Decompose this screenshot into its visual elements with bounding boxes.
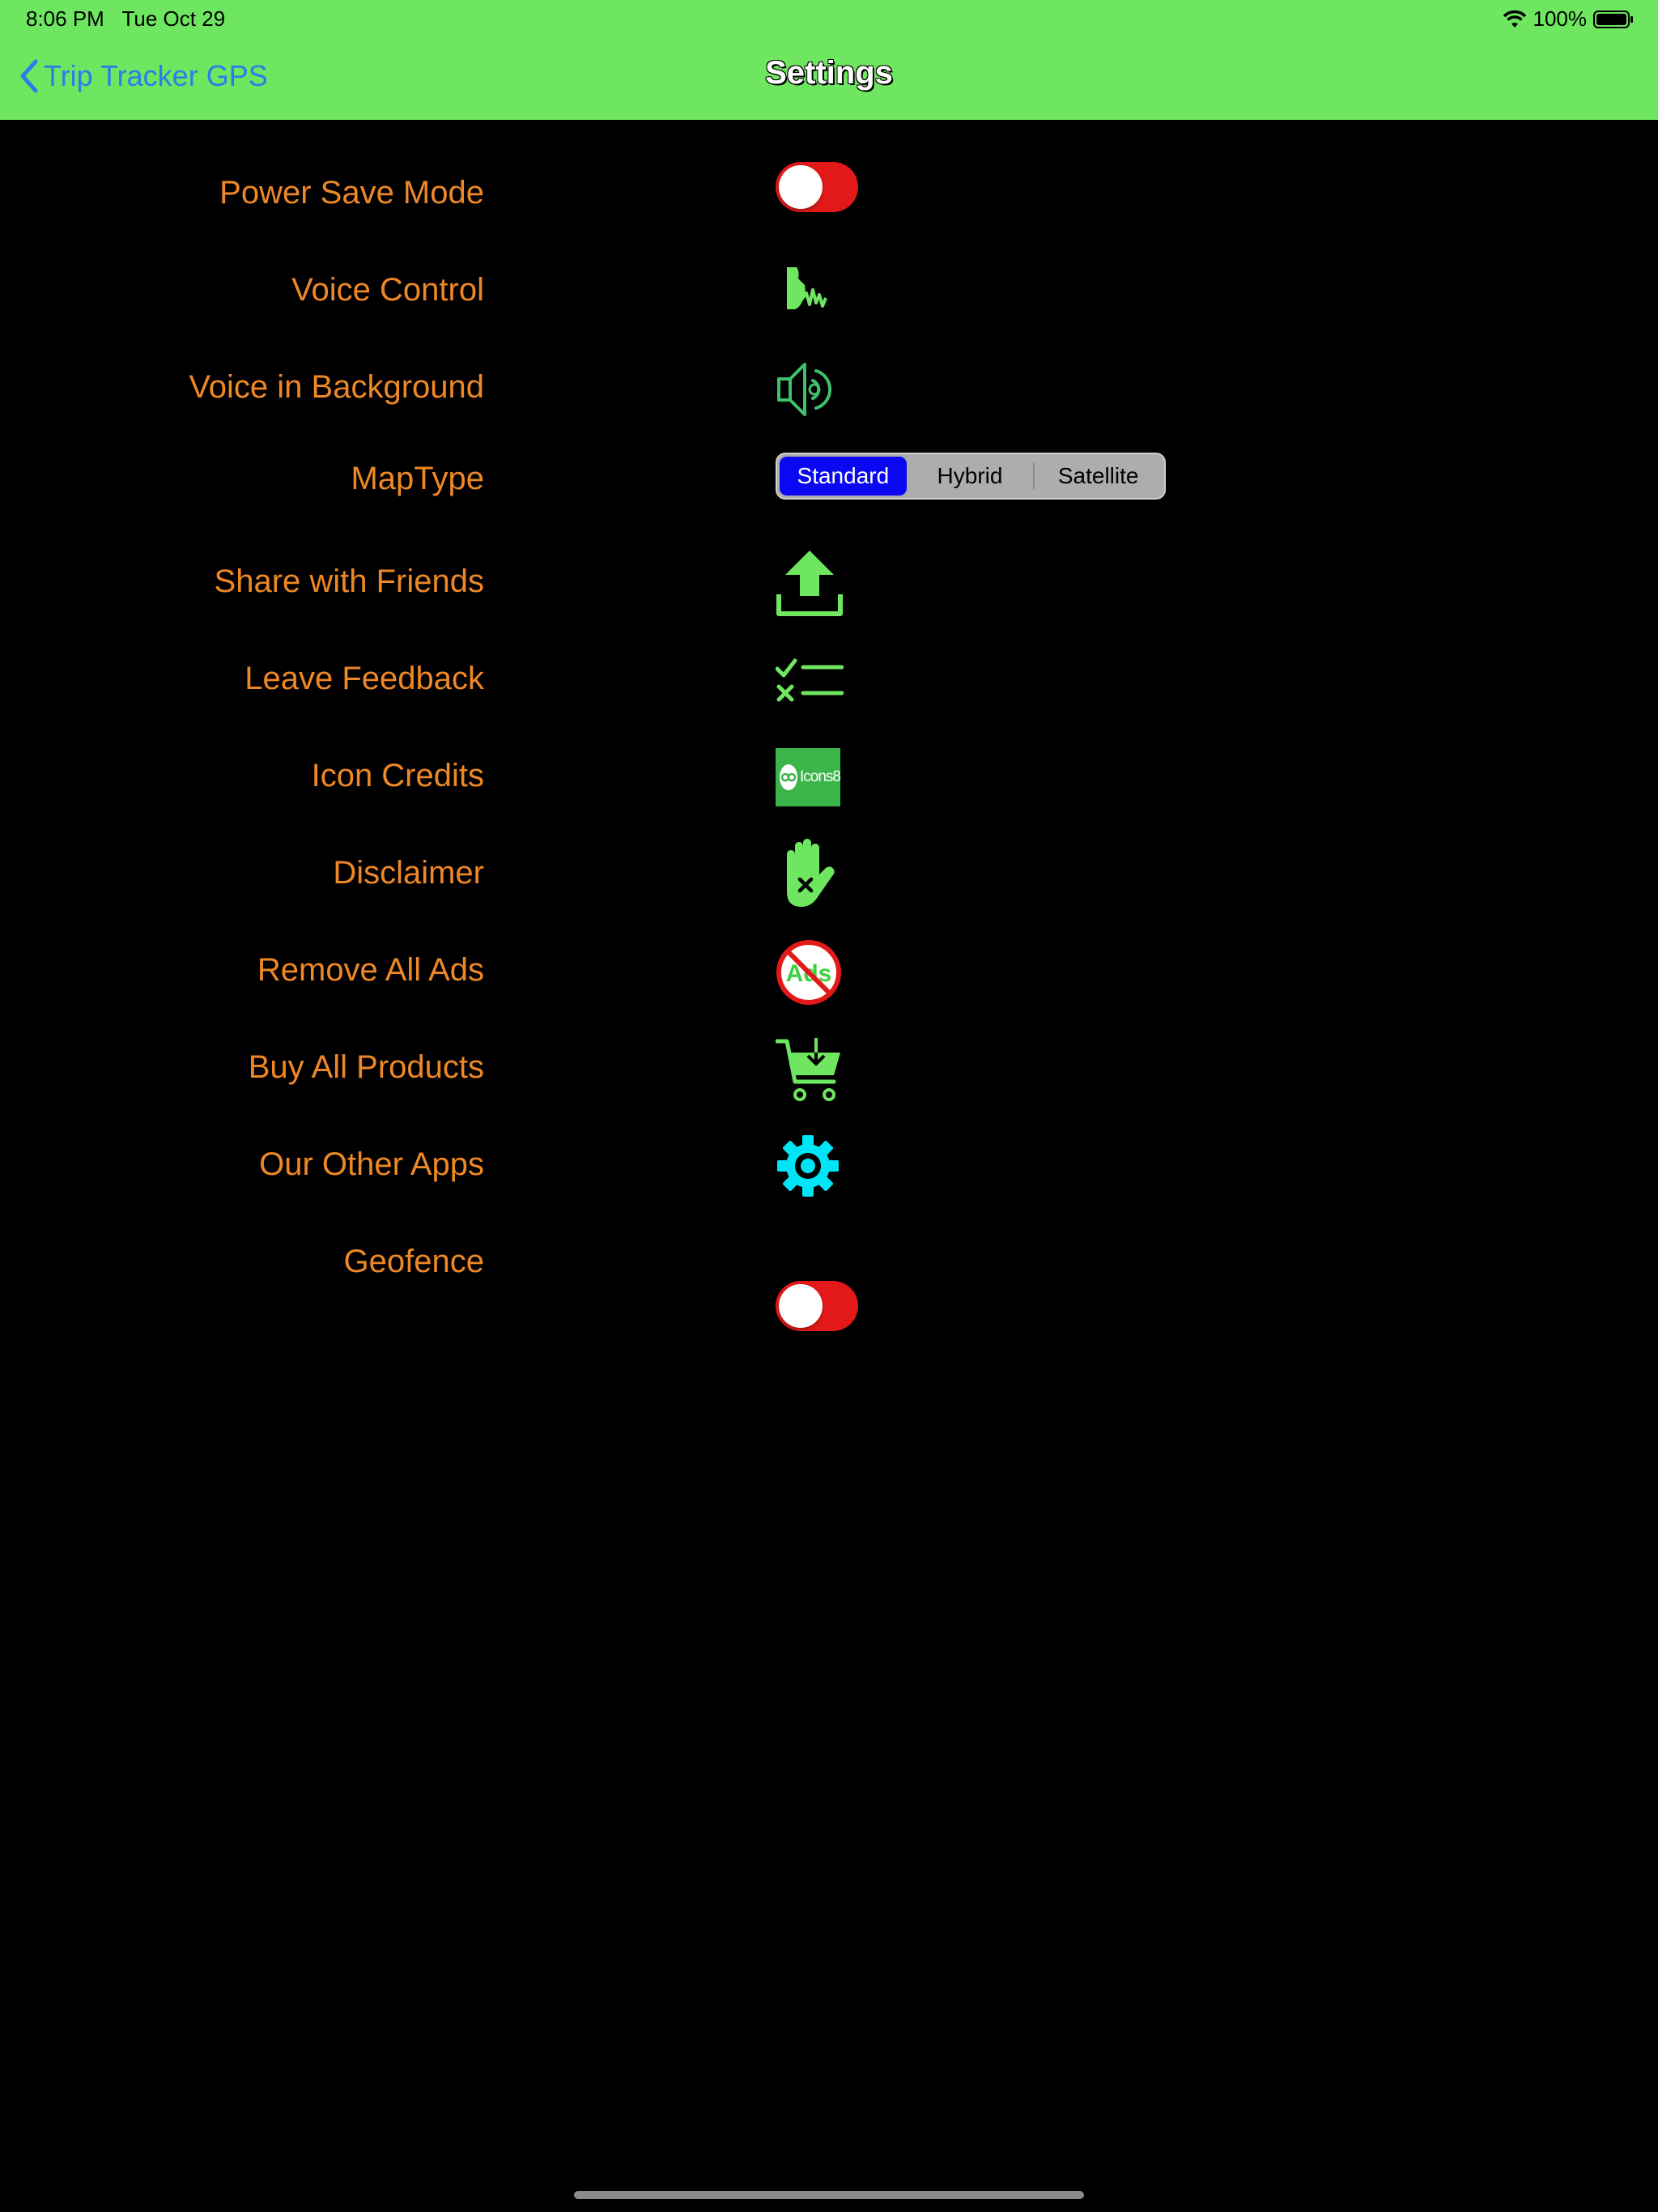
power-save-mode-toggle[interactable] [776, 162, 858, 212]
speaker-icon[interactable] [776, 358, 840, 421]
label-disclaimer: Disclaimer [333, 855, 484, 891]
gear-icon[interactable] [776, 1134, 840, 1198]
status-date-text: Tue Oct 29 [121, 6, 226, 31]
map-type-segmented-control[interactable]: Standard Hybrid Satellite [776, 453, 1166, 500]
label-buy-all-products: Buy All Products [248, 1049, 484, 1085]
battery-percent: 100% [1533, 6, 1588, 31]
cart-icon[interactable] [776, 1036, 842, 1103]
battery-icon [1593, 10, 1633, 28]
label-our-other-apps: Our Other Apps [259, 1146, 484, 1182]
label-icon-credits: Icon Credits [311, 758, 484, 793]
page-title: Settings [765, 55, 893, 91]
navigation-bar: 8:06 PM Tue Oct 29 100% Trip Tracker GPS… [0, 0, 1658, 120]
status-right: 100% [1503, 6, 1635, 32]
status-time-text: 8:06 PM [26, 6, 104, 31]
segment-hybrid[interactable]: Hybrid [907, 457, 1034, 496]
icons8-mark-icon [780, 764, 797, 790]
label-geofence: Geofence [343, 1244, 484, 1279]
upload-icon[interactable] [776, 549, 844, 617]
segment-standard[interactable]: Standard [780, 457, 907, 496]
label-leave-feedback: Leave Feedback [244, 661, 484, 696]
hand-icon[interactable] [776, 839, 840, 908]
toggle-knob [779, 165, 823, 209]
label-voice-in-background: Voice in Background [189, 369, 484, 405]
label-share-with-friends: Share with Friends [214, 564, 484, 599]
label-power-save-mode: Power Save Mode [219, 175, 484, 211]
home-indicator [574, 2191, 1084, 2199]
wifi-icon [1503, 10, 1526, 28]
label-map-type: MapType [351, 461, 484, 496]
checklist-icon[interactable] [776, 657, 844, 703]
label-remove-all-ads: Remove All Ads [257, 952, 484, 988]
geofence-toggle[interactable] [776, 1281, 858, 1331]
segment-satellite[interactable]: Satellite [1035, 457, 1162, 496]
status-time: 8:06 PM Tue Oct 29 [26, 6, 225, 32]
voice-wave-icon[interactable] [776, 264, 832, 317]
toggle-knob [779, 1284, 823, 1328]
icons8-logo[interactable]: Icons8 [776, 748, 841, 806]
icons8-text: Icons8 [800, 768, 841, 785]
no-ads-icon[interactable]: Ads [776, 939, 842, 1006]
label-voice-control: Voice Control [291, 272, 484, 308]
